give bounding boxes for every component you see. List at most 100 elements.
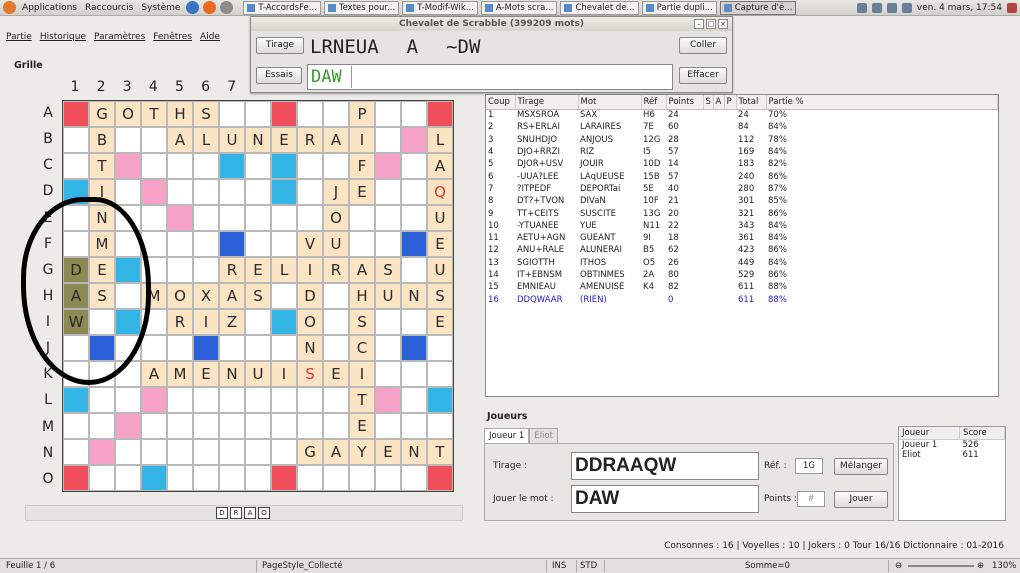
status-ins[interactable]: INS <box>552 561 566 571</box>
board-cell[interactable]: E <box>245 257 271 283</box>
board-cell[interactable]: E <box>349 413 375 439</box>
table-row[interactable]: 4 DJO+RRZI RIZ I5 57 169 84% <box>486 146 998 158</box>
board-cell[interactable]: T <box>349 387 375 413</box>
table-row[interactable]: 1 MSXSROA SAX H6 24 24 70% <box>486 109 998 121</box>
table-row[interactable]: 10 -YTUANEE YUE N11 22 343 84% <box>486 220 998 232</box>
board-cell[interactable]: S <box>245 283 271 309</box>
board-cell[interactable] <box>349 231 375 257</box>
board-cell[interactable]: U <box>323 231 349 257</box>
board-cell[interactable]: S <box>349 309 375 335</box>
board-cell[interactable] <box>115 231 141 257</box>
board-cell[interactable]: E <box>349 179 375 205</box>
board-cell[interactable]: M <box>89 231 115 257</box>
board-cell[interactable] <box>89 413 115 439</box>
board-cell[interactable]: M <box>167 361 193 387</box>
board-cell[interactable] <box>167 465 193 491</box>
power-icon[interactable] <box>1007 2 1017 13</box>
raccourcis-menu[interactable]: Raccourcis <box>83 3 135 13</box>
board-cell[interactable]: E <box>427 309 453 335</box>
board-cell[interactable] <box>245 465 271 491</box>
board-cell[interactable]: A <box>427 153 453 179</box>
board-cell[interactable]: Z <box>219 309 245 335</box>
moves-column-header[interactable]: Tirage <box>515 95 579 110</box>
score-header-joueur[interactable]: Joueur <box>899 427 960 440</box>
tirage-field[interactable]: DDRAAQW <box>571 452 759 480</box>
board-cell[interactable] <box>219 335 245 361</box>
board-cell[interactable] <box>193 153 219 179</box>
board-cell[interactable]: G <box>89 101 115 127</box>
board-cell[interactable] <box>167 179 193 205</box>
board-cell[interactable] <box>63 361 89 387</box>
firefox-icon[interactable] <box>203 1 217 14</box>
board-cell[interactable] <box>323 413 349 439</box>
board-cell[interactable]: T <box>427 439 453 465</box>
ref-field[interactable]: 1G <box>795 458 823 474</box>
board-cell[interactable] <box>401 205 427 231</box>
board-cell[interactable]: I <box>193 309 219 335</box>
board-cell[interactable] <box>323 335 349 361</box>
board-cell[interactable] <box>193 231 219 257</box>
envelope-icon[interactable] <box>901 2 912 13</box>
board-cell[interactable] <box>219 231 245 257</box>
board-cell[interactable]: D <box>63 257 89 283</box>
board-cell[interactable]: O <box>297 309 323 335</box>
board-cell[interactable]: S <box>89 283 115 309</box>
board-cell[interactable]: M <box>141 283 167 309</box>
board-cell[interactable]: I <box>297 257 323 283</box>
coller-button[interactable]: Coller <box>679 37 727 54</box>
board-cell[interactable] <box>271 179 297 205</box>
jouer-field[interactable]: DAW <box>571 485 759 513</box>
board-cell[interactable] <box>141 127 167 153</box>
board-cell[interactable] <box>63 387 89 413</box>
board-cell[interactable] <box>167 257 193 283</box>
board-cell[interactable]: E <box>271 127 297 153</box>
board-cell[interactable]: U <box>219 127 245 153</box>
board-cell[interactable] <box>427 335 453 361</box>
board-cell[interactable]: T <box>89 153 115 179</box>
menu-fenetres[interactable]: Fenêtres <box>153 32 192 46</box>
network-icon[interactable] <box>856 2 867 13</box>
board-cell[interactable] <box>271 101 297 127</box>
board-cell[interactable] <box>141 205 167 231</box>
clock[interactable]: ven. 4 mars, 17:54 <box>917 3 1002 13</box>
board-cell[interactable] <box>401 413 427 439</box>
board-cell[interactable]: Y <box>349 439 375 465</box>
board-cell[interactable] <box>271 309 297 335</box>
board-cell[interactable] <box>271 387 297 413</box>
board-cell[interactable] <box>63 335 89 361</box>
board-cell[interactable] <box>63 101 89 127</box>
table-row[interactable]: 12 ANU+RALE ALUNERAI B5 62 423 86% <box>486 244 998 256</box>
board-cell[interactable]: A <box>349 257 375 283</box>
board-cell[interactable] <box>401 309 427 335</box>
table-row[interactable]: 6 -UUA?LEE LAqUEUSE 15B 57 240 86% <box>486 170 998 182</box>
board-cell[interactable] <box>401 335 427 361</box>
board-cell[interactable] <box>245 231 271 257</box>
board-cell[interactable] <box>141 465 167 491</box>
board-cell[interactable] <box>401 179 427 205</box>
board-cell[interactable] <box>375 387 401 413</box>
essais-button[interactable]: Essais <box>256 67 302 84</box>
board-cell[interactable] <box>401 361 427 387</box>
board-cell[interactable] <box>193 335 219 361</box>
board-cell[interactable] <box>427 413 453 439</box>
close-icon[interactable]: × <box>718 19 728 29</box>
board-cell[interactable] <box>271 335 297 361</box>
board-cell[interactable] <box>375 179 401 205</box>
board-cell[interactable] <box>401 465 427 491</box>
board-cell[interactable] <box>401 101 427 127</box>
board-cell[interactable] <box>245 309 271 335</box>
board-cell[interactable] <box>271 283 297 309</box>
board-cell[interactable] <box>245 205 271 231</box>
board-cell[interactable] <box>193 179 219 205</box>
board-cell[interactable]: U <box>245 361 271 387</box>
board-cell[interactable] <box>63 439 89 465</box>
board-cell[interactable]: I <box>349 127 375 153</box>
board-cell[interactable]: O <box>323 205 349 231</box>
board-cell[interactable]: H <box>349 283 375 309</box>
board-cell[interactable] <box>115 283 141 309</box>
moves-column-header[interactable]: A <box>713 95 725 110</box>
board-cell[interactable] <box>141 257 167 283</box>
board-cell[interactable] <box>375 153 401 179</box>
moves-column-header[interactable]: S <box>703 95 714 110</box>
table-row[interactable]: 8 DT?+TVON DIVaN 10F 21 301 85% <box>486 195 998 207</box>
